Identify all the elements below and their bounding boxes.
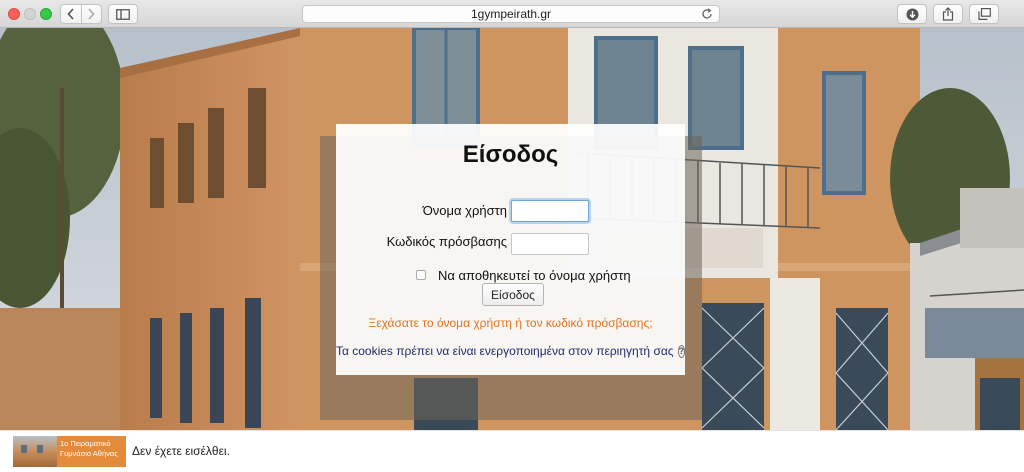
- school-logo[interactable]: 1ο Πειραματικό Γυμνάσιο Αθήνας: [13, 436, 126, 467]
- page-footer: 1ο Πειραματικό Γυμνάσιο Αθήνας Δεν έχετε…: [0, 430, 1024, 472]
- share-button[interactable]: [933, 4, 963, 24]
- help-icon[interactable]: ?: [677, 344, 686, 358]
- forward-button[interactable]: [80, 5, 101, 23]
- close-window-button[interactable]: [8, 8, 20, 20]
- login-panel: Είσοδος Όνομα χρήστη Κωδικός πρόσβασης Ν…: [335, 124, 686, 375]
- logo-text: 1ο Πειραματικό Γυμνάσιο Αθήνας: [60, 439, 124, 459]
- browser-toolbar: 1gympeirath.gr: [0, 0, 1024, 28]
- share-icon: [942, 7, 954, 21]
- downloads-button[interactable]: [897, 4, 927, 24]
- navigation-buttons: [60, 4, 102, 24]
- remember-username-label[interactable]: Να αποθηκευτεί το όνομα χρήστη: [438, 268, 631, 283]
- cookies-notice: Τα cookies πρέπει να είναι ενεργοποιημέν…: [335, 344, 674, 358]
- login-status-text: Δεν έχετε εισέλθει.: [132, 444, 230, 458]
- remember-username-row: Να αποθηκευτεί το όνομα χρήστη: [416, 267, 631, 283]
- download-icon: [906, 8, 918, 20]
- logo-building-image: [13, 436, 57, 467]
- sidebar-icon: [116, 8, 130, 20]
- show-tabs-button[interactable]: [969, 4, 999, 24]
- password-input[interactable]: [511, 233, 589, 255]
- back-button[interactable]: [61, 5, 81, 23]
- reload-icon[interactable]: [701, 8, 713, 24]
- sidebar-button[interactable]: [108, 4, 138, 24]
- username-input[interactable]: [511, 200, 589, 222]
- login-button[interactable]: Είσοδος: [482, 283, 544, 306]
- remember-username-checkbox[interactable]: [416, 270, 426, 280]
- tabs-icon: [977, 8, 991, 20]
- forgot-credentials-link[interactable]: Ξεχάσατε το όνομα χρήστη ή τον κωδικό πρ…: [336, 316, 685, 330]
- logo-line-2: Γυμνάσιο Αθήνας: [60, 449, 118, 458]
- address-text: 1gympeirath.gr: [470, 7, 552, 21]
- zoom-window-button[interactable]: [40, 8, 52, 20]
- cookies-notice-row: Τα cookies πρέπει να είναι ενεργοποιημέν…: [335, 344, 686, 358]
- address-bar[interactable]: 1gympeirath.gr: [302, 5, 720, 23]
- username-label: Όνομα χρήστη: [422, 203, 507, 218]
- forward-arrow-icon: [88, 8, 96, 20]
- password-label: Κωδικός πρόσβασης: [386, 234, 507, 249]
- logo-line-1: 1ο Πειραματικό: [60, 439, 111, 448]
- back-arrow-icon: [67, 8, 74, 20]
- minimize-window-button[interactable]: [24, 8, 36, 20]
- login-title: Είσοδος: [462, 141, 559, 168]
